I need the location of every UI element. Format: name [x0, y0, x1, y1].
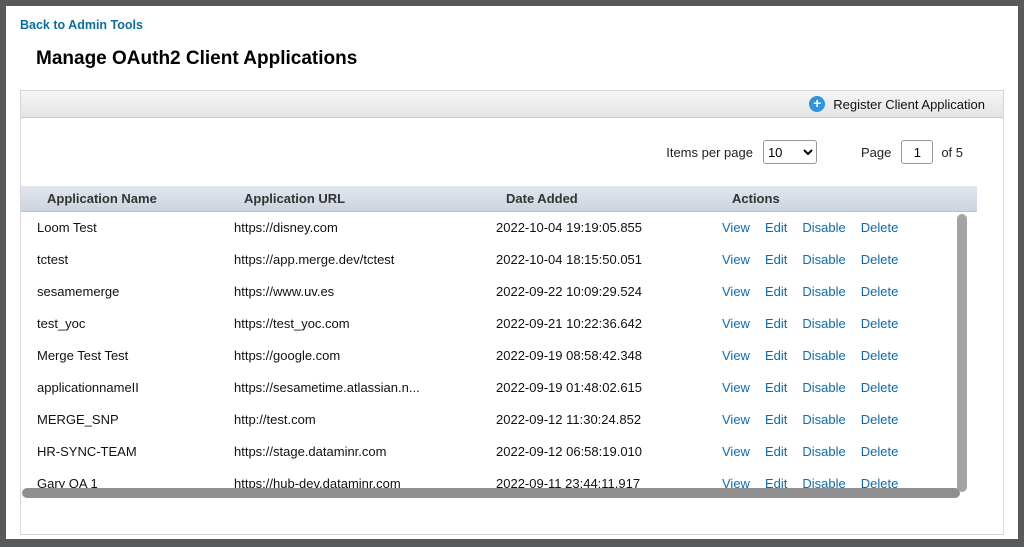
disable-link[interactable]: Disable [802, 252, 845, 267]
actions-cell: View Edit Disable Delete [706, 276, 977, 308]
date-added-cell: 2022-09-12 06:58:19.010 [480, 436, 706, 468]
column-application-url: Application URL [218, 186, 480, 212]
application-name-cell: sesamemerge [21, 276, 218, 308]
edit-link[interactable]: Edit [765, 380, 787, 395]
actions-cell: View Edit Disable Delete [706, 436, 977, 468]
view-link[interactable]: View [722, 220, 750, 235]
delete-link[interactable]: Delete [861, 444, 899, 459]
application-name-cell: Loom Test [21, 212, 218, 244]
edit-link[interactable]: Edit [765, 348, 787, 363]
applications-table-wrap: Application Name Application URL Date Ad… [21, 186, 977, 500]
table-header: Application Name Application URL Date Ad… [21, 186, 977, 212]
view-link[interactable]: View [722, 444, 750, 459]
delete-link[interactable]: Delete [861, 348, 899, 363]
table-row: tctesthttps://app.merge.dev/tctest2022-1… [21, 244, 977, 276]
disable-link[interactable]: Disable [802, 412, 845, 427]
date-added-cell: 2022-09-12 11:30:24.852 [480, 404, 706, 436]
edit-link[interactable]: Edit [765, 412, 787, 427]
page-title: Manage OAuth2 Client Applications [36, 48, 1018, 70]
view-link[interactable]: View [722, 252, 750, 267]
panel-header: + Register Client Application [21, 91, 1003, 118]
disable-link[interactable]: Disable [802, 316, 845, 331]
register-client-application-button[interactable]: + Register Client Application [809, 96, 985, 112]
view-link[interactable]: View [722, 348, 750, 363]
applications-table: Application Name Application URL Date Ad… [21, 186, 977, 500]
delete-link[interactable]: Delete [861, 412, 899, 427]
application-url-cell: https://app.merge.dev/tctest [218, 244, 480, 276]
actions-cell: View Edit Disable Delete [706, 212, 977, 244]
application-url-cell: https://www.uv.es [218, 276, 480, 308]
application-url-cell: https://test_yoc.com [218, 308, 480, 340]
page-count-label: of 5 [941, 145, 963, 160]
edit-link[interactable]: Edit [765, 444, 787, 459]
application-url-cell: http://test.com [218, 404, 480, 436]
edit-link[interactable]: Edit [765, 220, 787, 235]
table-row: Loom Testhttps://disney.com2022-10-04 19… [21, 212, 977, 244]
register-button-label: Register Client Application [833, 97, 985, 112]
actions-cell: View Edit Disable Delete [706, 340, 977, 372]
application-name-cell: MERGE_SNP [21, 404, 218, 436]
delete-link[interactable]: Delete [861, 252, 899, 267]
view-link[interactable]: View [722, 380, 750, 395]
table-row: Merge Test Testhttps://google.com2022-09… [21, 340, 977, 372]
application-name-cell: tctest [21, 244, 218, 276]
application-name-cell: test_yoc [21, 308, 218, 340]
table-row: sesamemergehttps://www.uv.es2022-09-22 1… [21, 276, 977, 308]
view-link[interactable]: View [722, 316, 750, 331]
table-body: Loom Testhttps://disney.com2022-10-04 19… [21, 212, 977, 500]
items-per-page-select[interactable]: 10 [763, 140, 817, 164]
items-per-page-label: Items per page [666, 145, 753, 160]
disable-link[interactable]: Disable [802, 348, 845, 363]
horizontal-scrollbar[interactable] [22, 488, 960, 498]
actions-cell: View Edit Disable Delete [706, 404, 977, 436]
app-window: Back to Admin Tools Manage OAuth2 Client… [0, 0, 1024, 547]
table-row: applicationnameIIhttps://sesametime.atla… [21, 372, 977, 404]
column-actions: Actions [706, 186, 977, 212]
disable-link[interactable]: Disable [802, 220, 845, 235]
page-number-input[interactable] [901, 140, 933, 164]
view-link[interactable]: View [722, 284, 750, 299]
date-added-cell: 2022-09-21 10:22:36.642 [480, 308, 706, 340]
application-url-cell: https://google.com [218, 340, 480, 372]
application-name-cell: HR-SYNC-TEAM [21, 436, 218, 468]
delete-link[interactable]: Delete [861, 284, 899, 299]
date-added-cell: 2022-09-22 10:09:29.524 [480, 276, 706, 308]
table-row: MERGE_SNPhttp://test.com2022-09-12 11:30… [21, 404, 977, 436]
disable-link[interactable]: Disable [802, 284, 845, 299]
page-label: Page [861, 145, 891, 160]
delete-link[interactable]: Delete [861, 380, 899, 395]
actions-cell: View Edit Disable Delete [706, 372, 977, 404]
application-url-cell: https://disney.com [218, 212, 480, 244]
disable-link[interactable]: Disable [802, 380, 845, 395]
edit-link[interactable]: Edit [765, 252, 787, 267]
delete-link[interactable]: Delete [861, 316, 899, 331]
application-url-cell: https://stage.dataminr.com [218, 436, 480, 468]
column-application-name: Application Name [21, 186, 218, 212]
date-added-cell: 2022-09-19 08:58:42.348 [480, 340, 706, 372]
view-link[interactable]: View [722, 412, 750, 427]
date-added-cell: 2022-10-04 19:19:05.855 [480, 212, 706, 244]
disable-link[interactable]: Disable [802, 444, 845, 459]
back-to-admin-tools-link[interactable]: Back to Admin Tools [20, 18, 143, 32]
edit-link[interactable]: Edit [765, 284, 787, 299]
vertical-scrollbar[interactable] [957, 214, 967, 492]
delete-link[interactable]: Delete [861, 220, 899, 235]
table-row: HR-SYNC-TEAMhttps://stage.dataminr.com20… [21, 436, 977, 468]
edit-link[interactable]: Edit [765, 316, 787, 331]
actions-cell: View Edit Disable Delete [706, 308, 977, 340]
date-added-cell: 2022-10-04 18:15:50.051 [480, 244, 706, 276]
date-added-cell: 2022-09-19 01:48:02.615 [480, 372, 706, 404]
client-applications-panel: + Register Client Application Items per … [20, 90, 1004, 535]
column-date-added: Date Added [480, 186, 706, 212]
pagination-controls: Items per page 10 Page of 5 [21, 118, 1003, 186]
application-url-cell: https://sesametime.atlassian.n... [218, 372, 480, 404]
application-name-cell: applicationnameII [21, 372, 218, 404]
plus-icon: + [809, 96, 825, 112]
application-name-cell: Merge Test Test [21, 340, 218, 372]
actions-cell: View Edit Disable Delete [706, 244, 977, 276]
table-row: test_yochttps://test_yoc.com2022-09-21 1… [21, 308, 977, 340]
